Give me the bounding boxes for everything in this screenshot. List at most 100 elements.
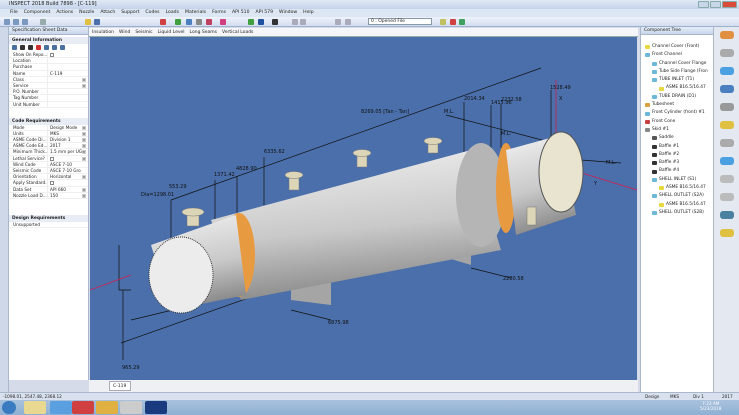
dropdown-arrow-icon[interactable]: ▾ (82, 77, 86, 82)
save-icon[interactable] (22, 19, 28, 25)
dropdown-arrow-icon[interactable]: ▾ (82, 187, 86, 192)
property-value[interactable]: Division 1 ▾ (47, 137, 88, 143)
menu-file[interactable]: File (10, 9, 18, 17)
tab-seismic[interactable]: Seismic (135, 28, 152, 36)
3d-canvas[interactable]: 8269.05 [Tan - Tan] Dia=1298.01 553.29 1… (89, 37, 638, 380)
property-value[interactable] (47, 95, 88, 101)
property-value[interactable]: 2017 ▾ (47, 143, 88, 149)
property-value[interactable]: Design Mode ▾ (47, 124, 88, 130)
tree-item[interactable]: Tube Side Flange (Fron (641, 68, 713, 76)
palette-ring-icon[interactable] (720, 211, 734, 219)
start-button[interactable] (2, 401, 16, 414)
property-value[interactable]: MKS ▾ (47, 130, 88, 137)
green-icon[interactable] (248, 19, 254, 25)
dropdown-arrow-icon[interactable]: ▾ (82, 175, 86, 180)
clock[interactable]: 7:23 AM 5/23/2018 (700, 401, 721, 411)
tree-item[interactable]: Channel Cover Flange (641, 60, 713, 68)
tool-icon[interactable] (40, 19, 46, 25)
taskbar-chrome[interactable] (72, 401, 94, 414)
property-value[interactable]: 1.5 mm per UG ▾ (47, 149, 88, 155)
palette-cylinder-icon[interactable] (720, 67, 734, 75)
open-icon[interactable] (13, 19, 19, 25)
move-icon[interactable] (186, 19, 192, 25)
lock-icon[interactable] (60, 45, 65, 50)
property-value[interactable]: ▾ (47, 82, 88, 89)
run-icon[interactable] (175, 19, 181, 25)
menu-api510[interactable]: API 510 (232, 9, 250, 17)
menu-help[interactable]: Help (303, 9, 313, 17)
tab-vertical-loads[interactable]: Vertical Loads (222, 28, 253, 36)
tree-item[interactable]: SHELL OUTLET (S2B) (641, 209, 713, 217)
palette-flange-icon[interactable] (720, 103, 734, 111)
record-icon[interactable] (206, 19, 212, 25)
design-item[interactable]: Unsupported (9, 222, 47, 227)
menu-nozzle[interactable]: Nozzle (79, 9, 94, 17)
menu-attach[interactable]: Attach (100, 9, 115, 17)
arrow-icon[interactable] (258, 19, 264, 25)
save-icon[interactable] (52, 45, 57, 50)
property-value[interactable]: C-119 (47, 70, 88, 76)
dropdown-arrow-icon[interactable]: ▾ (82, 144, 86, 149)
menu-actions[interactable]: Actions (56, 9, 73, 17)
property-value[interactable] (47, 101, 88, 107)
menu-materials[interactable]: Materials (185, 9, 206, 17)
delete-icon[interactable] (450, 19, 456, 25)
tree-item[interactable]: ASME B16.5/16.47 (641, 201, 713, 209)
tree-item[interactable]: Channel Cover (Front) (641, 43, 713, 51)
side-tab-strip[interactable] (0, 27, 9, 392)
back-icon[interactable] (292, 19, 298, 25)
palette-cone-icon[interactable] (720, 85, 734, 93)
tree-item[interactable]: Front Cone (641, 118, 713, 126)
tab-long-seams[interactable]: Long Seams (190, 28, 217, 36)
3d-icon[interactable] (335, 19, 341, 25)
dark-icon[interactable] (272, 19, 278, 25)
property-value[interactable]: API 660 ▾ (47, 186, 88, 192)
palette-lug-icon[interactable] (720, 229, 734, 237)
property-value[interactable] (47, 89, 88, 95)
section-code[interactable]: Code Requirements (9, 117, 88, 125)
dropdown-arrow-icon[interactable]: ▾ (82, 156, 86, 161)
tree-item[interactable]: Front Cylinder (front) #1 (641, 109, 713, 117)
tab-insulation[interactable]: Insulation (92, 28, 114, 36)
menu-api579[interactable]: API 579 (256, 9, 274, 17)
tree-item[interactable]: SHELL OUTLET (S2A) (641, 192, 713, 200)
forward-icon[interactable] (300, 19, 306, 25)
down-icon[interactable] (28, 45, 33, 50)
add-icon[interactable] (12, 45, 17, 50)
doc-tab-c119[interactable]: C-119 (109, 381, 131, 391)
maximize-button[interactable] (710, 1, 721, 8)
dropdown-arrow-icon[interactable]: ▾ (82, 193, 86, 198)
zoom-icon[interactable] (196, 19, 202, 25)
menu-codes[interactable]: Codes (145, 9, 159, 17)
tree-item[interactable]: TUBE INLET (T1) (641, 76, 713, 84)
tab-liquid-level[interactable]: Liquid Level (158, 28, 185, 36)
new-icon[interactable] (4, 19, 10, 25)
vessel-model[interactable]: 8269.05 [Tan - Tan] Dia=1298.01 553.29 1… (89, 37, 638, 380)
palette-cover-icon[interactable] (720, 31, 734, 39)
property-value[interactable]: ASCE 7-10 Gro (47, 168, 88, 174)
up-icon[interactable] (20, 45, 25, 50)
tree-item[interactable]: ASME B16.5/16.47 (641, 84, 713, 92)
taskbar-ie[interactable] (50, 401, 72, 414)
minimize-button[interactable] (698, 1, 709, 8)
dropdown-arrow-icon[interactable]: ▾ (82, 138, 86, 143)
tree-item[interactable]: Baffle #2 (641, 151, 713, 159)
palette-tubesheet-icon[interactable] (720, 157, 734, 165)
close-button[interactable] (722, 1, 737, 8)
property-value[interactable]: ▾ (47, 76, 88, 82)
palette-leg-icon[interactable] (720, 193, 734, 201)
menu-forms[interactable]: Forms (212, 9, 226, 17)
taskbar-paint[interactable] (96, 401, 118, 414)
taskbar-app[interactable] (120, 401, 142, 414)
palette-head-icon[interactable] (720, 49, 734, 57)
dropdown-arrow-icon[interactable]: ▾ (82, 131, 86, 136)
checkbox[interactable] (50, 181, 54, 186)
mail-icon[interactable] (160, 19, 166, 25)
property-value[interactable]: ASCE 7-10 (47, 161, 88, 167)
taskbar-explorer[interactable] (24, 401, 46, 414)
menu-loads[interactable]: Loads (166, 9, 179, 17)
property-value[interactable]: 150 ▾ (47, 192, 88, 198)
tree-item[interactable]: Tubesheet (641, 101, 713, 109)
palette-skirt-icon[interactable] (720, 175, 734, 183)
property-value[interactable]: Horizontal ▾ (47, 174, 88, 180)
